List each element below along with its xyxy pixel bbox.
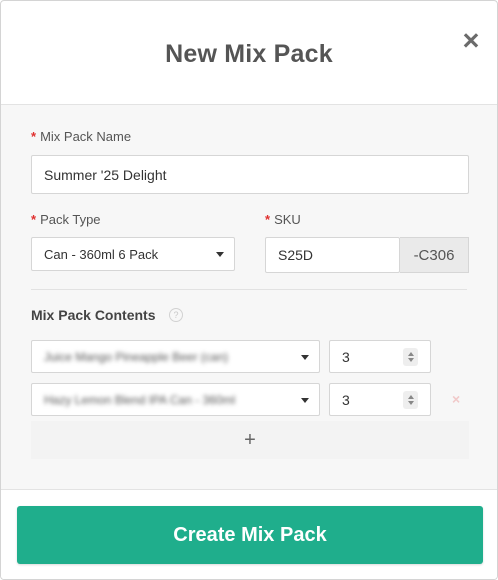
remove-row-icon[interactable]: × (452, 391, 460, 407)
chevron-down-icon (407, 357, 414, 362)
add-content-button[interactable]: + (31, 421, 469, 459)
sku-label: * SKU (265, 212, 301, 227)
chevron-up-icon (407, 351, 414, 356)
mix-pack-name-label: * Mix Pack Name (31, 129, 132, 144)
close-icon[interactable]: × (459, 27, 483, 56)
chevron-up-icon (407, 394, 414, 399)
help-icon[interactable]: ? (169, 308, 183, 322)
plus-icon: + (244, 428, 256, 451)
content-product-select-1[interactable]: Juice Mango Pineapple Beer (can) (31, 340, 320, 373)
chevron-down-icon (216, 252, 224, 257)
pack-type-label: * Pack Type (31, 212, 101, 227)
mix-pack-name-input[interactable]: Summer '25 Delight (31, 155, 469, 194)
content-quantity-input-1[interactable]: 3 (329, 340, 431, 373)
content-quantity-input-2[interactable]: 3 (329, 383, 431, 416)
chevron-down-icon (301, 354, 309, 360)
required-asterisk: * (31, 129, 37, 144)
create-mix-pack-button[interactable]: Create Mix Pack (17, 506, 483, 564)
modal-title: New Mix Pack (165, 40, 333, 68)
chevron-down-icon (407, 400, 414, 405)
chevron-down-icon (301, 397, 309, 403)
mix-pack-modal: New Mix Pack × * Mix Pack Name Summer '25… (0, 0, 498, 580)
quantity-stepper[interactable] (403, 390, 418, 409)
sku-suffix: -C306 (400, 237, 469, 273)
sku-input[interactable]: S25D (265, 237, 400, 273)
mix-pack-contents-title: Mix Pack Contents (31, 307, 156, 323)
section-divider (31, 289, 467, 290)
required-asterisk: * (31, 212, 37, 227)
quantity-stepper[interactable] (403, 347, 418, 366)
required-asterisk: * (265, 212, 271, 227)
content-product-select-2[interactable]: Hazy Lemon Blend IPA Can - 360ml (31, 383, 320, 416)
modal-header: New Mix Pack × (1, 1, 497, 105)
pack-type-select[interactable]: Can - 360ml 6 Pack (31, 237, 235, 271)
